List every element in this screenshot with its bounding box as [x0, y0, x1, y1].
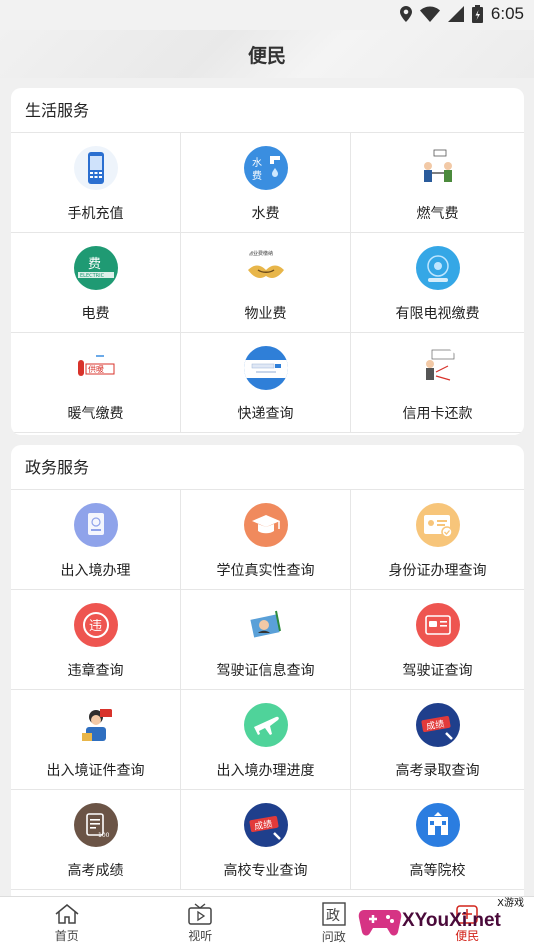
- status-time: 6:05: [490, 4, 524, 23]
- service-label: 高校专业查询: [223, 863, 308, 879]
- mobile-recharge-icon: [73, 146, 118, 190]
- service-admission-query[interactable]: 成绩 高考录取查询: [351, 690, 524, 790]
- service-property-fee[interactable]: 物业费缴纳 物业费: [181, 233, 351, 333]
- service-label: 驾驶证查询: [402, 663, 473, 679]
- service-label: 水费: [251, 206, 280, 222]
- credit-card-icon: [415, 346, 460, 390]
- service-label: 手机充值: [67, 206, 124, 222]
- tab-home[interactable]: 首页: [0, 897, 134, 950]
- service-violation[interactable]: 违 违章查询: [11, 590, 181, 690]
- service-electricity-bill[interactable]: 费 ELECTRIC 电费: [11, 233, 181, 333]
- driver-info-icon: [243, 603, 288, 647]
- service-cable-tv[interactable]: 有限电视缴费: [351, 233, 524, 333]
- politics-icon: 政: [322, 902, 346, 926]
- service-label: 出入境办理进度: [216, 763, 315, 779]
- university-icon: [415, 803, 460, 847]
- heating-icon: 供暖: [73, 346, 118, 390]
- tab-label: 问政: [321, 930, 346, 944]
- section-title: 生活服务: [11, 88, 524, 133]
- tab-label: 首页: [54, 929, 79, 943]
- service-passport[interactable]: 出入境办理: [11, 490, 181, 590]
- svg-text:供暖: 供暖: [88, 364, 104, 374]
- service-label: 高考成绩: [67, 863, 124, 879]
- service-label: 信用卡还款: [402, 406, 473, 422]
- svg-text:物业费缴纳: 物业费缴纳: [248, 250, 273, 257]
- svg-text:政: 政: [326, 908, 340, 924]
- gov-services-card: 政务服务 出入境办理 学位真实性查询 身份证办理查询 违 违章查询 驾驶证信息查…: [11, 445, 524, 905]
- signal-icon: [447, 6, 464, 22]
- service-mobile-recharge[interactable]: 手机充值: [11, 133, 181, 233]
- svg-text:费: 费: [88, 257, 101, 272]
- driver-license-icon: [415, 603, 460, 647]
- status-bar: 6:05: [0, 0, 534, 30]
- battery-icon: [471, 5, 483, 23]
- passport-icon: [73, 503, 118, 547]
- life-services-card: 生活服务 手机充值 水费 水费 燃气费 费 ELECTRIC 电费 物业费缴纳 …: [11, 88, 524, 435]
- page-header: 便民: [0, 30, 534, 78]
- cable-tv-icon: [415, 246, 460, 290]
- svg-text:水: 水: [252, 157, 262, 169]
- home-icon: [55, 904, 79, 924]
- service-entry-exit-doc[interactable]: 出入境证件查询: [11, 690, 181, 790]
- watermark: X游戏 XYouXi.net: [358, 894, 528, 944]
- service-heating[interactable]: 供暖 暖气缴费: [11, 333, 181, 433]
- service-driver-license[interactable]: 驾驶证查询: [351, 590, 524, 690]
- watermark-tag: X游戏: [497, 898, 524, 909]
- service-label: 违章查询: [67, 663, 124, 679]
- section-title: 政务服务: [11, 445, 524, 490]
- location-icon: [399, 6, 412, 22]
- service-label: 燃气费: [416, 206, 459, 222]
- gas-bill-icon: [415, 146, 460, 190]
- service-label: 有限电视缴费: [395, 306, 480, 322]
- service-label: 驾驶证信息查询: [216, 663, 315, 679]
- admission-icon: 成绩: [415, 703, 460, 747]
- service-id-card[interactable]: 身份证办理查询: [351, 490, 524, 590]
- page-title: 便民: [247, 44, 286, 67]
- express-query-icon: [243, 346, 288, 390]
- service-label: 高等院校: [409, 863, 466, 879]
- service-degree-verify[interactable]: 学位真实性查询: [181, 490, 351, 590]
- service-label: 电费: [81, 306, 110, 322]
- svg-text:费: 费: [252, 169, 262, 182]
- service-label: 高考录取查询: [395, 763, 480, 779]
- water-bill-icon: 水费: [243, 146, 288, 190]
- id-card-icon: [415, 503, 460, 547]
- tab-video[interactable]: 视听: [134, 897, 268, 950]
- service-label: 物业费: [244, 306, 287, 322]
- plane-icon: [243, 703, 288, 747]
- service-label: 快递查询: [237, 406, 294, 422]
- graduation-cap-icon: [243, 503, 288, 547]
- svg-text:100: 100: [98, 832, 110, 839]
- major-query-icon: 成绩: [243, 803, 288, 847]
- service-major-query[interactable]: 成绩 高校专业查询: [181, 790, 351, 890]
- service-label: 身份证办理查询: [388, 563, 487, 579]
- watermark-brand: XYouXi.net: [402, 910, 501, 931]
- service-university[interactable]: 高等院校: [351, 790, 524, 890]
- electricity-bill-icon: 费 ELECTRIC: [73, 246, 118, 290]
- gamepad-logo-icon: [358, 910, 402, 936]
- video-icon: [188, 903, 212, 925]
- service-label: 暖气缴费: [67, 406, 124, 422]
- service-gas-bill[interactable]: 燃气费: [351, 133, 524, 233]
- violation-icon: 违: [73, 603, 118, 647]
- service-credit-card[interactable]: 信用卡还款: [351, 333, 524, 433]
- service-label: 出入境证件查询: [46, 763, 145, 779]
- service-driver-info[interactable]: 驾驶证信息查询: [181, 590, 351, 690]
- service-label: 出入境办理: [60, 563, 131, 579]
- service-exam-score[interactable]: 100 高考成绩: [11, 790, 181, 890]
- service-label: 学位真实性查询: [216, 563, 315, 579]
- entry-exit-doc-icon: [73, 703, 118, 747]
- service-water-bill[interactable]: 水费 水费: [181, 133, 351, 233]
- wifi-icon: [419, 6, 440, 22]
- tab-label: 视听: [188, 929, 213, 943]
- service-entry-exit-progress[interactable]: 出入境办理进度: [181, 690, 351, 790]
- service-express-query[interactable]: 快递查询: [181, 333, 351, 433]
- property-fee-icon: 物业费缴纳: [243, 246, 288, 290]
- exam-score-icon: 100: [73, 803, 118, 847]
- svg-text:ELECTRIC: ELECTRIC: [80, 273, 105, 279]
- svg-text:违: 违: [89, 619, 102, 634]
